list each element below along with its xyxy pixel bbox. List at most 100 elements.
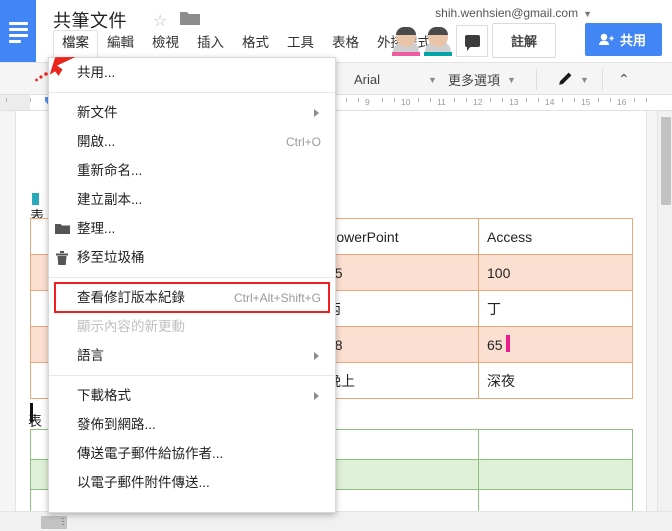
ruler-tick: [430, 98, 431, 102]
ruler-number-11: 11: [437, 97, 446, 107]
avatar-underline: [392, 52, 420, 56]
folder-icon[interactable]: [180, 11, 200, 26]
file-menu-item-0-0[interactable]: 共用...: [49, 58, 335, 87]
table-cell[interactable]: [478, 429, 633, 460]
logo-line-2: [9, 28, 28, 31]
ruler-tick: [634, 98, 635, 102]
table-cell[interactable]: 78: [318, 326, 479, 363]
ruler-tick: [598, 98, 599, 102]
account-menu[interactable]: shih.wenhsien@gmail.com ▼: [435, 6, 592, 20]
menu-item-label: 新文件: [77, 104, 118, 120]
table-cell[interactable]: 晚上: [318, 362, 479, 399]
menu-item-label: 語言: [77, 347, 104, 363]
menu-item-label: 傳送電子郵件給協作者...: [77, 445, 224, 461]
submenu-arrow-icon: [314, 351, 319, 360]
folder-icon: [53, 220, 71, 238]
table-cell[interactable]: Access: [478, 218, 633, 255]
menu-item-shortcut: Ctrl+Alt+Shift+G: [233, 290, 321, 305]
vertical-scrollbar[interactable]: [657, 111, 672, 511]
ruler-number-10: 10: [401, 97, 411, 107]
menu-item-label: 重新命名...: [77, 162, 143, 178]
file-menu-dropdown[interactable]: 共用... 新文件開啟... Ctrl+O 重新命名... 建立副本... 整理... 移至…: [48, 57, 336, 513]
avatar-underline: [424, 52, 452, 56]
menu-item-6[interactable]: 表格: [323, 30, 368, 58]
table-cell[interactable]: [318, 429, 479, 460]
table-cell[interactable]: [318, 489, 479, 511]
menu-item-label: 開啟...: [77, 133, 116, 149]
ruler-tick: [646, 98, 647, 102]
table-cell[interactable]: 100: [478, 254, 633, 291]
menu-item-label: 顯示內容的新更動: [77, 318, 185, 334]
menu-item-2[interactable]: 檢視: [143, 30, 188, 58]
menu-item-5[interactable]: 工具: [278, 30, 323, 58]
share-button-label: 共用: [619, 33, 646, 48]
file-menu-item-2-0[interactable]: 查看修訂版本紀錄 Ctrl+Alt+Shift+G: [54, 282, 330, 313]
toolbar-divider-2: [602, 69, 603, 90]
menu-item-label: 建立副本...: [77, 191, 143, 207]
collapse-toolbar-button[interactable]: ⌃: [618, 63, 630, 96]
menu-item-3[interactable]: 插入: [188, 30, 233, 58]
table-cell[interactable]: 丙: [318, 290, 479, 327]
ruler-number-13: 13: [509, 97, 519, 107]
table-cell[interactable]: 65: [478, 326, 633, 363]
chevron-down-icon: ▼: [583, 9, 592, 19]
chevron-down-icon: ▼: [507, 74, 516, 85]
table-cell[interactable]: 深夜: [478, 362, 633, 399]
table-cell[interactable]: [318, 459, 479, 490]
ruler-tick: [382, 98, 383, 102]
file-menu-item-1-4[interactable]: 整理...: [49, 214, 335, 243]
file-menu-item-1-2[interactable]: 重新命名...: [49, 156, 335, 185]
comments-button[interactable]: 註解: [491, 23, 556, 58]
ruler-tick: [454, 98, 455, 102]
ruler-tick: [610, 98, 611, 102]
ruler-number-9: 9: [365, 97, 370, 107]
ruler-tick: [490, 98, 491, 102]
vertical-scrollbar-thumb[interactable]: [661, 117, 671, 205]
trash-icon: [53, 249, 71, 267]
pen-edit-icon[interactable]: ▼: [556, 63, 589, 96]
table-cell[interactable]: PowerPoint: [318, 218, 479, 255]
chevron-down-icon: ▼: [428, 74, 437, 85]
file-menu-item-2-2[interactable]: 語言: [49, 341, 335, 370]
collaborator-avatar-2[interactable]: [424, 26, 452, 56]
file-menu-item-3-3[interactable]: 以電子郵件附件傳送...: [49, 468, 335, 497]
menu-separator: [49, 375, 335, 376]
horizontal-scrollbar[interactable]: [0, 511, 672, 531]
menu-separator: [49, 277, 335, 278]
menu-item-label: 下載格式: [77, 387, 131, 403]
file-menu-item-3-0[interactable]: 下載格式: [49, 381, 335, 410]
toolbar-divider: [536, 69, 537, 90]
person-add-icon: [598, 33, 614, 45]
avatar-hair: [396, 27, 416, 35]
file-menu-item-1-5[interactable]: 移至垃圾桶: [49, 243, 335, 272]
share-button[interactable]: 共用: [584, 23, 662, 56]
more-options-button[interactable]: 更多選項 ▼: [448, 63, 516, 96]
logo-line-4: [9, 40, 21, 43]
file-menu-item-1-0[interactable]: 新文件: [49, 98, 335, 127]
ruler-tick: [538, 98, 539, 102]
menu-item-label: 共用...: [77, 64, 116, 80]
collaborator-avatar-1[interactable]: [392, 26, 420, 56]
ruler-number-15: 15: [581, 97, 591, 107]
horizontal-scrollbar-thumb[interactable]: [41, 516, 67, 529]
file-menu-item-1-3[interactable]: 建立副本...: [49, 185, 335, 214]
file-menu-item-1-1[interactable]: 開啟... Ctrl+O: [49, 127, 335, 156]
menu-item-4[interactable]: 格式: [233, 30, 278, 58]
google-docs-window: 共筆文件 ☆ shih.wenhsien@gmail.com ▼ 檔案 編輯 檢視 插入…: [0, 0, 672, 531]
ruler-tick: [6, 98, 7, 102]
ruler-number-12: 12: [473, 97, 483, 107]
avatar-hair: [428, 27, 448, 35]
file-menu-item-3-1[interactable]: 發佈到網路...: [49, 410, 335, 439]
table-cell[interactable]: [478, 489, 633, 511]
menu-item-1[interactable]: 編輯: [98, 30, 143, 58]
comment-bubble-icon[interactable]: [456, 25, 488, 57]
file-menu-item-3-2[interactable]: 傳送電子郵件給協作者...: [49, 439, 335, 468]
table-cell[interactable]: [478, 459, 633, 490]
font-family-selector[interactable]: Arial ▼: [354, 63, 437, 96]
table-cell[interactable]: 丁: [478, 290, 633, 327]
table-cell[interactable]: 95: [318, 254, 479, 291]
star-icon[interactable]: ☆: [153, 11, 167, 31]
ruler-tick: [346, 98, 347, 102]
ruler-number-14: 14: [545, 97, 555, 107]
red-pointer-annotation: [30, 52, 78, 92]
